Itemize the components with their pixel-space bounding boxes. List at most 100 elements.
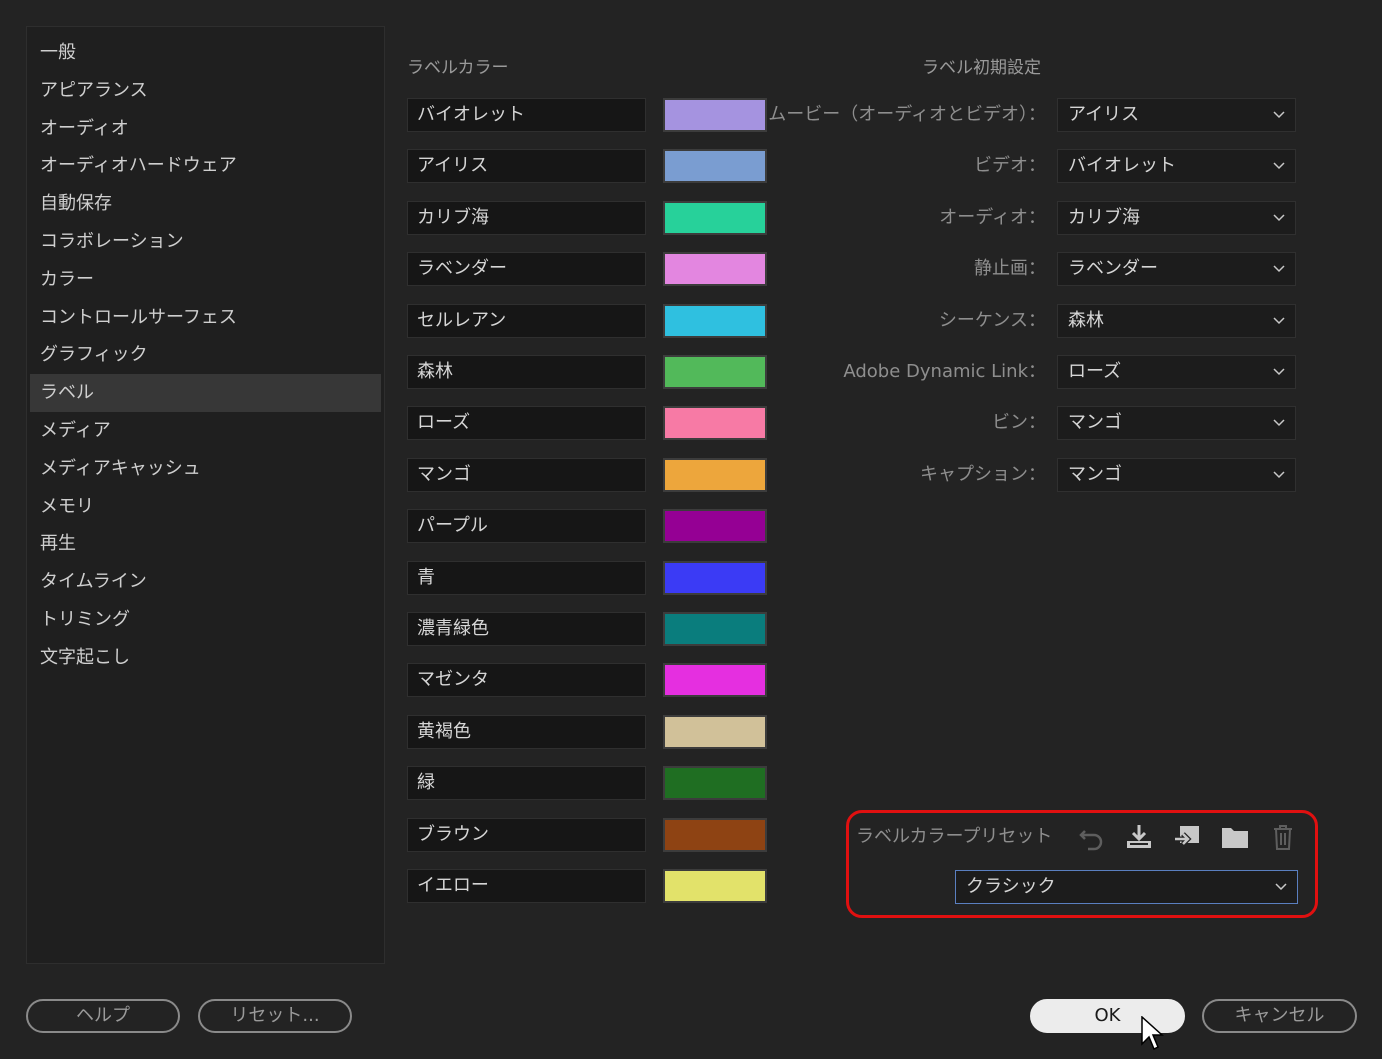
label-color-row: 緑 [407,766,767,801]
sidebar-item[interactable]: 一般 [30,34,381,72]
label-color-swatch[interactable] [663,355,767,389]
sidebar-item[interactable]: 自動保存 [30,185,381,223]
label-color-name-input[interactable]: マゼンタ [407,663,646,698]
label-color-name-input[interactable]: イエロー [407,869,646,903]
label-default-value: バイオレット [1068,155,1176,177]
undo-icon[interactable] [1077,822,1107,852]
label-color-swatch[interactable] [663,509,767,544]
label-color-name-input[interactable]: ブラウン [407,817,646,852]
label-default-label: Adobe Dynamic Link： [843,361,1046,382]
label-default-row: ムービー（オーディオとビデオ）： アイリス [768,98,1296,132]
label-color-name-input[interactable]: ローズ [407,406,646,441]
label-color-swatch[interactable] [663,612,767,646]
label-default-row: Adobe Dynamic Link： ローズ [780,355,1296,389]
label-default-row: ビデオ： バイオレット [780,149,1296,184]
label-default-select[interactable]: マンゴ [1057,406,1296,441]
sidebar-item[interactable]: コラボレーション [30,223,381,261]
label-color-swatch[interactable] [663,252,767,287]
label-default-value: マンゴ [1068,463,1122,485]
label-default-label: 静止画： [974,258,1046,280]
import-icon[interactable] [1172,822,1202,852]
label-color-row: カリブ海 [407,200,767,235]
download-icon[interactable] [1124,822,1154,852]
label-color-row: ローズ [407,406,767,441]
label-color-swatch[interactable] [663,869,767,903]
sidebar-item[interactable]: トリミング [30,601,381,639]
label-color-swatch[interactable] [663,663,767,698]
label-default-label: ビデオ： [974,155,1046,177]
label-color-swatch[interactable] [663,714,767,749]
sidebar-item[interactable]: メディアキャッシュ [30,450,381,488]
label-default-label: ビン： [992,412,1046,434]
label-color-row: パープル [407,509,767,544]
label-color-name-input[interactable]: カリブ海 [407,200,646,235]
label-color-row: ブラウン [407,817,767,852]
trash-icon[interactable] [1268,822,1298,852]
label-color-name-input[interactable]: 濃青緑色 [407,612,646,646]
preset-select[interactable]: クラシック [955,870,1298,904]
label-color-row: マンゴ [407,457,767,492]
label-color-swatch[interactable] [663,766,767,801]
label-default-row: 静止画： ラベンダー [780,252,1296,287]
label-color-swatch[interactable] [663,406,767,441]
label-color-swatch[interactable] [663,200,767,235]
label-defaults-heading: ラベル初期設定 [922,58,1041,78]
label-default-value: ラベンダー [1068,258,1158,280]
label-color-swatch[interactable] [663,817,767,852]
reset-button[interactable]: リセット... [198,999,352,1033]
label-color-row: ラベンダー [407,252,767,287]
chevron-down-icon [1273,265,1285,273]
label-color-name-input[interactable]: ラベンダー [407,252,646,287]
label-default-value: ローズ [1068,361,1122,382]
label-default-select[interactable]: マンゴ [1057,457,1296,492]
label-color-name-input[interactable]: 青 [407,560,646,595]
preset-select-value: クラシック [966,876,1056,897]
sidebar-item[interactable]: 再生 [30,525,381,563]
label-color-name-input[interactable]: 緑 [407,766,646,801]
label-color-name-input[interactable]: 黄褐色 [407,714,646,749]
label-default-select[interactable]: カリブ海 [1057,200,1296,235]
label-default-select[interactable]: バイオレット [1057,149,1296,184]
label-color-row: アイリス [407,149,767,184]
label-default-select[interactable]: ラベンダー [1057,252,1296,287]
chevron-down-icon [1273,162,1285,170]
sidebar-item[interactable]: メディア [30,412,381,450]
label-default-value: カリブ海 [1068,206,1140,228]
chevron-down-icon [1273,111,1285,119]
sidebar-item[interactable]: グラフィック [30,336,381,374]
chevron-down-icon [1275,883,1287,891]
label-default-row: キャプション： マンゴ [780,457,1296,492]
label-color-row: マゼンタ [407,663,767,698]
sidebar-item[interactable]: タイムライン [30,563,381,601]
sidebar-item[interactable]: 文字起こし [30,639,381,677]
label-default-label: シーケンス： [938,309,1046,331]
label-color-swatch[interactable] [663,98,767,132]
sidebar-item[interactable]: オーディオハードウェア [30,147,381,185]
chevron-down-icon [1273,214,1285,221]
cancel-button[interactable]: キャンセル [1202,999,1357,1033]
sidebar-item[interactable]: ラベル [30,374,381,412]
sidebar-item[interactable]: メモリ [30,488,381,526]
label-color-swatch[interactable] [663,303,767,338]
label-default-label: キャプション： [920,463,1046,485]
sidebar-item[interactable]: オーディオ [30,110,381,148]
label-default-select[interactable]: アイリス [1057,98,1296,132]
label-colors-heading: ラベルカラー [407,58,509,78]
label-color-name-input[interactable]: 森林 [407,355,646,389]
label-default-select[interactable]: ローズ [1057,355,1296,389]
label-color-name-input[interactable]: アイリス [407,149,646,184]
label-color-name-input[interactable]: セルレアン [407,303,646,338]
label-color-name-input[interactable]: パープル [407,509,646,544]
label-color-name-input[interactable]: バイオレット [407,98,646,132]
label-default-select[interactable]: 森林 [1057,303,1296,338]
label-color-swatch[interactable] [663,149,767,184]
sidebar-item[interactable]: コントロールサーフェス [30,299,381,337]
mouse-cursor-icon [1141,1015,1165,1056]
sidebar-item[interactable]: カラー [30,261,381,299]
help-button[interactable]: ヘルプ [26,999,180,1033]
label-color-swatch[interactable] [663,457,767,492]
label-color-swatch[interactable] [663,560,767,595]
sidebar-item[interactable]: アピアランス [30,72,381,110]
label-color-name-input[interactable]: マンゴ [407,457,646,492]
folder-icon[interactable] [1220,822,1250,852]
